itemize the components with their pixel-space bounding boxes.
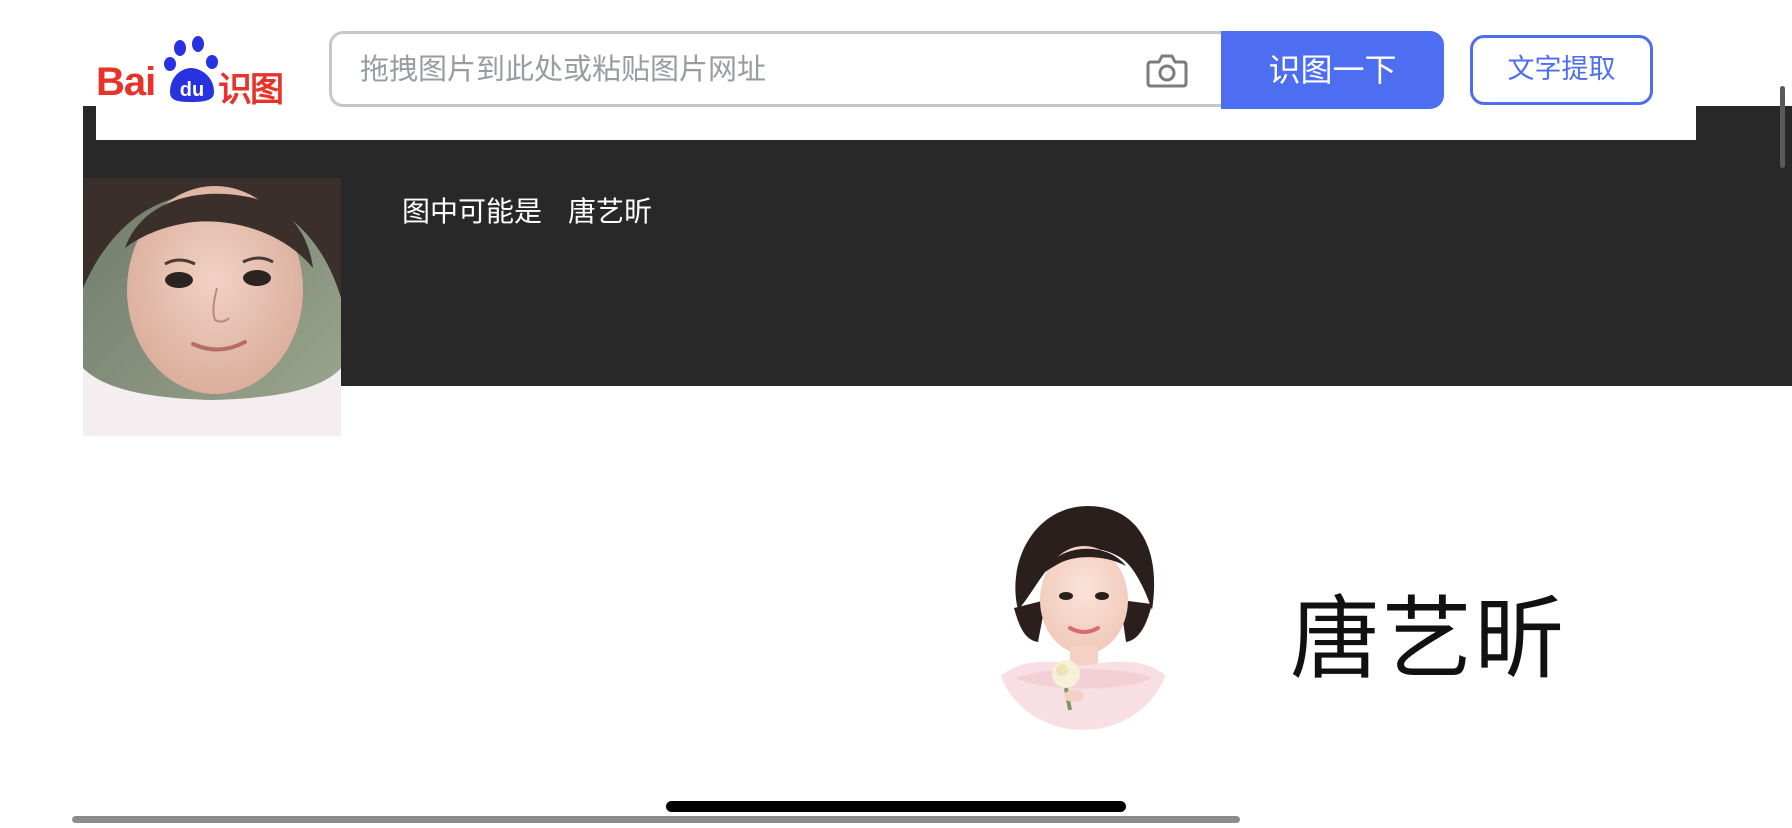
result-caption-name[interactable]: 唐艺昕: [568, 195, 652, 228]
text-extract-button[interactable]: 文字提取: [1470, 35, 1653, 105]
result-caption-prefix: 图中可能是: [402, 195, 543, 228]
search-image-button[interactable]: 识图一下: [1221, 31, 1444, 109]
paw-logo-icon: du: [164, 36, 218, 102]
result-caption: 图中可能是 唐艺昕: [402, 190, 678, 230]
logo-brand-text: Bai: [96, 60, 156, 104]
vertical-scrollbar[interactable]: [1780, 86, 1785, 168]
search-box: [329, 31, 1221, 107]
celebrity-avatar[interactable]: [996, 500, 1170, 730]
query-image-thumbnail: [83, 178, 341, 436]
logo-paw-text: du: [180, 79, 204, 101]
logo-product-text: 识图: [218, 70, 284, 110]
camera-icon[interactable]: [1145, 50, 1189, 90]
horizontal-scrollbar[interactable]: [72, 816, 1240, 823]
home-indicator[interactable]: [666, 801, 1126, 812]
celebrity-name[interactable]: 唐艺昕: [1290, 566, 1566, 696]
search-input[interactable]: [360, 34, 1120, 104]
baidu-shitu-logo[interactable]: Bai du 识图: [96, 36, 296, 110]
